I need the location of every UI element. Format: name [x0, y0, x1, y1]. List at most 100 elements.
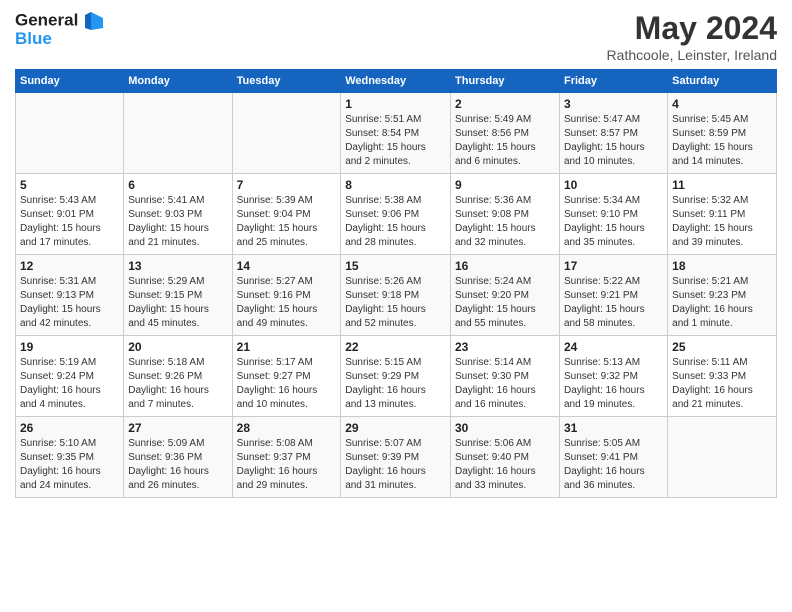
calendar-week-3: 19 Sunrise: 5:19 AMSunset: 9:24 PMDayligh… [16, 336, 777, 417]
logo: General Blue [15, 10, 105, 49]
day-number: 14 [237, 259, 337, 273]
calendar-cell: 29 Sunrise: 5:07 AMSunset: 9:39 PMDayligh… [341, 417, 451, 498]
calendar-cell: 25 Sunrise: 5:11 AMSunset: 9:33 PMDayligh… [668, 336, 777, 417]
day-number: 19 [20, 340, 119, 354]
day-info: Sunrise: 5:29 AMSunset: 9:15 PMDaylight:… [128, 275, 227, 331]
calendar-week-4: 26Sunrise: 5:10 AMSunset: 9:35 PMDayligh… [16, 417, 777, 498]
calendar-cell: 6 Sunrise: 5:41 AMSunset: 9:03 PMDaylight… [124, 174, 232, 255]
calendar-cell: 1 Sunrise: 5:51 AMSunset: 8:54 PMDaylight… [341, 93, 451, 174]
calendar-header-wednesday: Wednesday [341, 70, 451, 93]
calendar-cell: 26Sunrise: 5:10 AMSunset: 9:35 PMDayligh… [16, 417, 124, 498]
calendar-header-tuesday: Tuesday [232, 70, 341, 93]
day-info: Sunrise: 5:06 AMSunset: 9:40 PMDaylight:… [455, 437, 555, 493]
calendar-header-saturday: Saturday [668, 70, 777, 93]
day-number: 9 [455, 178, 555, 192]
calendar-cell: 5 Sunrise: 5:43 AMSunset: 9:01 PMDaylight… [16, 174, 124, 255]
day-number: 22 [345, 340, 446, 354]
day-number: 8 [345, 178, 446, 192]
calendar-cell: 17Sunrise: 5:22 AMSunset: 9:21 PMDayligh… [559, 255, 667, 336]
calendar-cell: 30 Sunrise: 5:06 AMSunset: 9:40 PMDayligh… [451, 417, 560, 498]
day-info: Sunrise: 5:05 AMSunset: 9:41 PMDaylight:… [564, 437, 663, 493]
calendar-cell: 7 Sunrise: 5:39 AMSunset: 9:04 PMDaylight… [232, 174, 341, 255]
day-info: Sunrise: 5:32 AMSunset: 9:11 PMDaylight:… [672, 194, 772, 250]
day-number: 21 [237, 340, 337, 354]
calendar-header-row: SundayMondayTuesdayWednesdayThursdayFrid… [16, 70, 777, 93]
day-number: 5 [20, 178, 119, 192]
day-info: Sunrise: 5:22 AMSunset: 9:21 PMDaylight:… [564, 275, 663, 331]
day-info: Sunrise: 5:09 AMSunset: 9:36 PMDaylight:… [128, 437, 227, 493]
day-number: 29 [345, 421, 446, 435]
day-info: Sunrise: 5:31 AMSunset: 9:13 PMDaylight:… [20, 275, 119, 331]
calendar-cell: 9 Sunrise: 5:36 AMSunset: 9:08 PMDaylight… [451, 174, 560, 255]
day-number: 7 [237, 178, 337, 192]
logo-text: General Blue [15, 10, 105, 49]
calendar-header-sunday: Sunday [16, 70, 124, 93]
day-number: 12 [20, 259, 119, 273]
calendar-cell: 16Sunrise: 5:24 AMSunset: 9:20 PMDayligh… [451, 255, 560, 336]
day-info: Sunrise: 5:11 AMSunset: 9:33 PMDaylight:… [672, 356, 772, 412]
day-info: Sunrise: 5:38 AMSunset: 9:06 PMDaylight:… [345, 194, 446, 250]
day-info: Sunrise: 5:39 AMSunset: 9:04 PMDaylight:… [237, 194, 337, 250]
calendar-cell: 31 Sunrise: 5:05 AMSunset: 9:41 PMDayligh… [559, 417, 667, 498]
day-number: 28 [237, 421, 337, 435]
day-info: Sunrise: 5:51 AMSunset: 8:54 PMDaylight:… [345, 113, 446, 169]
calendar-cell: 13 Sunrise: 5:29 AMSunset: 9:15 PMDayligh… [124, 255, 232, 336]
day-number: 31 [564, 421, 663, 435]
calendar-week-1: 5 Sunrise: 5:43 AMSunset: 9:01 PMDaylight… [16, 174, 777, 255]
calendar-cell: 19 Sunrise: 5:19 AMSunset: 9:24 PMDayligh… [16, 336, 124, 417]
day-number: 1 [345, 97, 446, 111]
day-number: 4 [672, 97, 772, 111]
calendar-cell: 18Sunrise: 5:21 AMSunset: 9:23 PMDayligh… [668, 255, 777, 336]
page-container: General Blue May 2024 Rathcoole, Leinste… [0, 0, 792, 508]
calendar-week-2: 12 Sunrise: 5:31 AMSunset: 9:13 PMDayligh… [16, 255, 777, 336]
day-number: 25 [672, 340, 772, 354]
day-info: Sunrise: 5:07 AMSunset: 9:39 PMDaylight:… [345, 437, 446, 493]
calendar-cell: 28 Sunrise: 5:08 AMSunset: 9:37 PMDayligh… [232, 417, 341, 498]
calendar-header-friday: Friday [559, 70, 667, 93]
day-number: 13 [128, 259, 227, 273]
day-info: Sunrise: 5:19 AMSunset: 9:24 PMDaylight:… [20, 356, 119, 412]
day-info: Sunrise: 5:45 AMSunset: 8:59 PMDaylight:… [672, 113, 772, 169]
calendar-cell [668, 417, 777, 498]
calendar-cell: 14 Sunrise: 5:27 AMSunset: 9:16 PMDayligh… [232, 255, 341, 336]
calendar-table: SundayMondayTuesdayWednesdayThursdayFrid… [15, 69, 777, 498]
day-number: 27 [128, 421, 227, 435]
day-info: Sunrise: 5:36 AMSunset: 9:08 PMDaylight:… [455, 194, 555, 250]
day-info: Sunrise: 5:34 AMSunset: 9:10 PMDaylight:… [564, 194, 663, 250]
day-info: Sunrise: 5:15 AMSunset: 9:29 PMDaylight:… [345, 356, 446, 412]
day-number: 3 [564, 97, 663, 111]
calendar-cell: 4 Sunrise: 5:45 AMSunset: 8:59 PMDaylight… [668, 93, 777, 174]
day-info: Sunrise: 5:14 AMSunset: 9:30 PMDaylight:… [455, 356, 555, 412]
day-number: 30 [455, 421, 555, 435]
day-number: 2 [455, 97, 555, 111]
day-number: 20 [128, 340, 227, 354]
calendar-header-monday: Monday [124, 70, 232, 93]
day-info: Sunrise: 5:10 AMSunset: 9:35 PMDaylight:… [20, 437, 119, 493]
calendar-header-thursday: Thursday [451, 70, 560, 93]
calendar-cell: 22 Sunrise: 5:15 AMSunset: 9:29 PMDayligh… [341, 336, 451, 417]
calendar-cell [16, 93, 124, 174]
calendar-cell [232, 93, 341, 174]
sub-title: Rathcoole, Leinster, Ireland [607, 47, 777, 63]
day-info: Sunrise: 5:13 AMSunset: 9:32 PMDaylight:… [564, 356, 663, 412]
calendar-cell: 15Sunrise: 5:26 AMSunset: 9:18 PMDayligh… [341, 255, 451, 336]
calendar-cell: 23 Sunrise: 5:14 AMSunset: 9:30 PMDayligh… [451, 336, 560, 417]
day-info: Sunrise: 5:41 AMSunset: 9:03 PMDaylight:… [128, 194, 227, 250]
day-number: 18 [672, 259, 772, 273]
day-number: 23 [455, 340, 555, 354]
day-info: Sunrise: 5:43 AMSunset: 9:01 PMDaylight:… [20, 194, 119, 250]
day-info: Sunrise: 5:47 AMSunset: 8:57 PMDaylight:… [564, 113, 663, 169]
calendar-cell: 8 Sunrise: 5:38 AMSunset: 9:06 PMDaylight… [341, 174, 451, 255]
day-info: Sunrise: 5:08 AMSunset: 9:37 PMDaylight:… [237, 437, 337, 493]
calendar-cell: 21 Sunrise: 5:17 AMSunset: 9:27 PMDayligh… [232, 336, 341, 417]
day-number: 16 [455, 259, 555, 273]
day-info: Sunrise: 5:17 AMSunset: 9:27 PMDaylight:… [237, 356, 337, 412]
day-info: Sunrise: 5:49 AMSunset: 8:56 PMDaylight:… [455, 113, 555, 169]
calendar-cell: 3 Sunrise: 5:47 AMSunset: 8:57 PMDaylight… [559, 93, 667, 174]
calendar-week-0: 1 Sunrise: 5:51 AMSunset: 8:54 PMDaylight… [16, 93, 777, 174]
day-number: 6 [128, 178, 227, 192]
day-info: Sunrise: 5:18 AMSunset: 9:26 PMDaylight:… [128, 356, 227, 412]
day-info: Sunrise: 5:27 AMSunset: 9:16 PMDaylight:… [237, 275, 337, 331]
calendar-cell: 20 Sunrise: 5:18 AMSunset: 9:26 PMDayligh… [124, 336, 232, 417]
day-number: 10 [564, 178, 663, 192]
